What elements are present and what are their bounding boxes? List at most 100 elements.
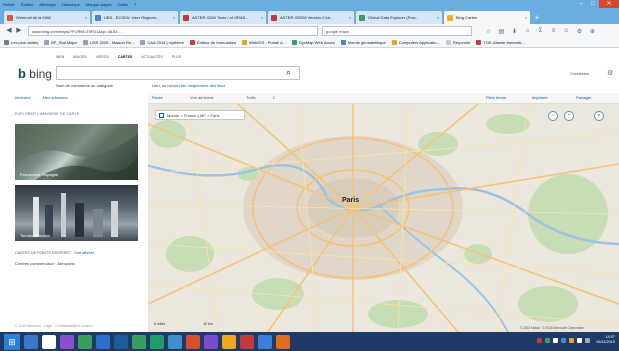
- bookmark-item[interactable]: BP_Stat Major: [44, 40, 77, 45]
- new-tab-button[interactable]: +: [532, 13, 542, 23]
- bookmark-item[interactable]: Monde géosatelitique: [340, 40, 386, 45]
- tray-icon[interactable]: [585, 337, 591, 343]
- my-places-link[interactable]: Mes adresses: [43, 95, 68, 100]
- taskbar-app-icon[interactable]: [258, 334, 272, 349]
- taskbar-app-icon[interactable]: [276, 334, 290, 349]
- home-icon[interactable]: ⌂: [523, 28, 532, 35]
- fullscreen-button[interactable]: Plein écran: [486, 95, 506, 100]
- bookmark-item[interactable]: Éditeur de formulaires: [190, 40, 236, 45]
- sidebar-footer[interactable]: © 2015 Microsoft · Légal · Confidentiali…: [15, 324, 93, 328]
- taskbar-app-icon[interactable]: [168, 334, 182, 349]
- locate-me-icon[interactable]: ⌖: [594, 111, 604, 121]
- search-icon[interactable]: ⌕: [286, 67, 291, 78]
- forward-icon[interactable]: ▶: [14, 26, 24, 36]
- maximize-button[interactable]: □: [587, 0, 599, 8]
- scope-images[interactable]: IMAGES: [73, 55, 87, 59]
- close-tab-icon[interactable]: ×: [437, 15, 439, 20]
- menu-icon[interactable]: ≡: [549, 28, 558, 35]
- scope-videos[interactable]: VIDÉOS: [96, 55, 109, 59]
- scope-news[interactable]: ACTUALITÉS: [141, 55, 163, 59]
- sigma-icon[interactable]: Σ: [536, 28, 545, 35]
- poi-categories[interactable]: Centres commerciaux · Aéroports: [15, 261, 75, 266]
- download-icon[interactable]: ⬇: [510, 28, 519, 35]
- print-button[interactable]: Imprimer: [532, 95, 548, 100]
- tray-icon[interactable]: [553, 337, 559, 343]
- minimize-button[interactable]: –: [575, 0, 587, 8]
- tab-webmail[interactable]: Webmail de la MAE ×: [4, 11, 90, 24]
- start-button[interactable]: ⊞: [4, 333, 20, 350]
- close-tab-icon[interactable]: ×: [349, 15, 351, 20]
- imagery-thumbnail[interactable]: Toronto, Canada: [15, 185, 138, 241]
- close-tab-icon[interactable]: ×: [85, 15, 87, 20]
- close-tab-icon[interactable]: ×: [525, 15, 527, 20]
- tab-aster-gdm[interactable]: ASTER GDM Tools / of GRAIL... ×: [180, 11, 266, 24]
- directions-link[interactable]: Itinéraire: [15, 95, 31, 100]
- map-style-aerial[interactable]: Vue aérienne: [190, 95, 214, 100]
- clipboard-icon[interactable]: ▤: [497, 28, 506, 35]
- zoom-icon[interactable]: ⊕: [588, 28, 597, 35]
- close-window-button[interactable]: ✕: [599, 0, 619, 8]
- traffic-toggle[interactable]: Trafic: [246, 95, 256, 100]
- map-breadcrumb[interactable]: Monde > France (-MF > Paris: [155, 110, 245, 120]
- scope-maps[interactable]: CARTES: [118, 55, 132, 59]
- bookmark-item[interactable]: USR 3225 - Maison Re...: [82, 40, 134, 45]
- clock[interactable]: 14:07 06/11/2015: [596, 335, 615, 345]
- back-icon[interactable]: ◀: [4, 26, 14, 36]
- taskbar-app-icon[interactable]: [222, 334, 236, 349]
- tray-icon[interactable]: [577, 337, 583, 343]
- menu-file[interactable]: Fichier: [0, 2, 18, 7]
- map-canvas[interactable]: [148, 104, 619, 332]
- taskbar-app-icon[interactable]: [240, 334, 254, 349]
- bookmark-item[interactable]: Les plus visités: [4, 40, 38, 45]
- taskbar-app-icon[interactable]: [114, 334, 128, 349]
- taskbar-app-icon[interactable]: [42, 334, 56, 349]
- zoom-in-button[interactable]: +: [564, 111, 574, 121]
- taskbar-app-icon[interactable]: [96, 334, 110, 349]
- browser-search-field[interactable]: google maps: [322, 26, 472, 36]
- map-search-input[interactable]: [56, 66, 300, 80]
- menu-bookmarks[interactable]: Marque-pages: [83, 2, 115, 7]
- tab-bing-cartes[interactable]: Bing Cartes ×: [444, 11, 530, 24]
- share-button[interactable]: Partager: [576, 95, 591, 100]
- settings-gear-icon[interactable]: ⚙: [607, 69, 613, 77]
- tray-icon[interactable]: [537, 337, 543, 343]
- taskbar-app-icon[interactable]: [78, 334, 92, 349]
- scope-more[interactable]: PLUS: [172, 55, 181, 59]
- menu-history[interactable]: Historique: [59, 2, 83, 7]
- menu-edit[interactable]: Édition: [18, 2, 36, 7]
- bing-logo[interactable]: b bing: [18, 66, 52, 81]
- signin-link[interactable]: Connexion: [570, 71, 589, 76]
- tray-icon[interactable]: [569, 337, 575, 343]
- url-field[interactable]: www.bing.com/maps/?FORM=Z9FD1&cp=48.84..…: [28, 26, 318, 36]
- tray-icon[interactable]: [545, 337, 551, 343]
- poi-show-all-link[interactable]: Tout afficher: [74, 251, 94, 255]
- taskbar-app-icon[interactable]: [204, 334, 218, 349]
- taskbar-app-icon[interactable]: [150, 334, 164, 349]
- checkbox-icon[interactable]: [159, 112, 164, 118]
- bookmark-item[interactable]: Répondre: [445, 40, 470, 45]
- star-icon[interactable]: ☆: [484, 28, 493, 35]
- tray-icon[interactable]: [561, 337, 567, 343]
- settings-icon[interactable]: ⚙: [575, 28, 584, 35]
- close-tab-icon[interactable]: ×: [173, 15, 175, 20]
- taskbar-app-icon[interactable]: [132, 334, 146, 349]
- close-tab-icon[interactable]: ×: [261, 15, 263, 20]
- tab-aster-gdem[interactable]: ASTER GDEM Version 2 ful... ×: [268, 11, 354, 24]
- tab-ubs[interactable]: UBS - ECSDV: User Regions... ×: [92, 11, 178, 24]
- bookmark-item[interactable]: TOE-Atlante thematic...: [476, 40, 525, 45]
- menu-view[interactable]: Affichage: [36, 2, 59, 7]
- menu-help[interactable]: ?: [131, 2, 139, 7]
- smile-icon[interactable]: ☺: [562, 28, 571, 35]
- scope-web[interactable]: WEB: [56, 55, 64, 59]
- bookmark-item[interactable]: CAA 2014 | mythiere: [140, 40, 184, 45]
- menu-tools[interactable]: Outils: [115, 2, 131, 7]
- tab-global-data-explorer[interactable]: Global Data Explorer (Pow... ×: [356, 11, 442, 24]
- zoom-out-button[interactable]: −: [548, 111, 558, 121]
- bookmark-item[interactable]: Computers Applicatio...: [391, 40, 440, 45]
- bookmark-item[interactable]: WebGIS - Portail d...: [242, 40, 286, 45]
- map-style-road[interactable]: Route: [152, 95, 163, 100]
- search-places-link[interactable]: rechercher uniquement des lieux: [167, 83, 225, 88]
- download-map-icon[interactable]: ⇩: [272, 95, 275, 100]
- bookmark-item[interactable]: DynMap Web Acces: [291, 40, 335, 45]
- taskbar-app-icon[interactable]: [186, 334, 200, 349]
